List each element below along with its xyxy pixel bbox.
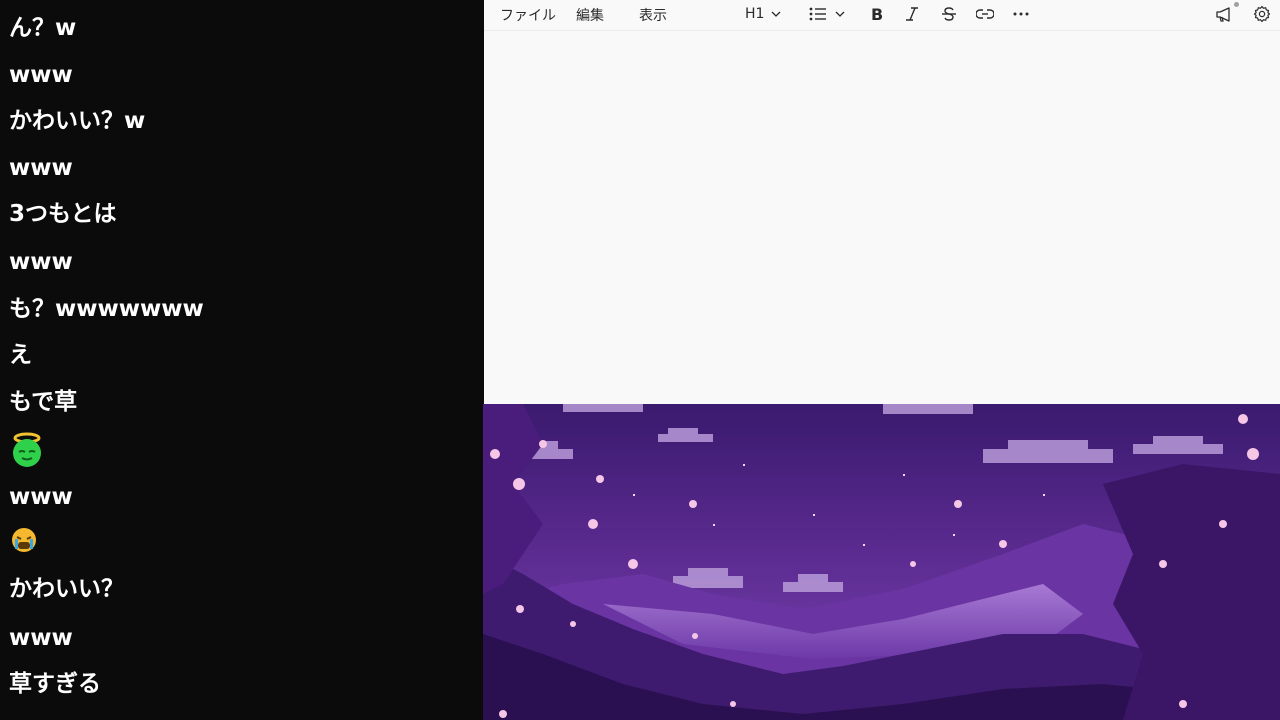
editor-text-area[interactable] [484, 31, 1280, 404]
desktop-wallpaper [483, 404, 1280, 720]
chat-message: かわいい？ [9, 576, 124, 602]
chat-message: www [9, 249, 73, 275]
pixel-art-cherry-blossom-wallpaper [483, 404, 1280, 720]
heading-label: H1 [745, 6, 765, 22]
notification-dot [1234, 2, 1239, 7]
svg-text:B: B [871, 6, 883, 22]
menu-edit[interactable]: 編集 [576, 5, 604, 25]
gear-icon [1253, 5, 1271, 23]
megaphone-icon [1215, 2, 1239, 23]
chat-message: も？wwwwwww [9, 296, 204, 322]
bold-button[interactable]: B [870, 3, 884, 25]
more-button[interactable] [1013, 3, 1029, 25]
list-dropdown[interactable] [809, 3, 845, 25]
link-button[interactable] [976, 3, 994, 25]
crying-face-emoji [9, 525, 39, 568]
menu-view[interactable]: 表示 [639, 5, 667, 25]
chat-message: 3つもとは [9, 201, 117, 227]
chat-message: www [9, 625, 73, 651]
bold-icon: B [870, 6, 884, 22]
italic-icon [905, 6, 919, 22]
strikethrough-button[interactable] [941, 3, 957, 25]
menu-file[interactable]: ファイル [500, 5, 556, 25]
strikethrough-icon [941, 6, 957, 22]
chat-message: え [9, 342, 32, 368]
chat-message: www [9, 62, 73, 88]
bulleted-list-icon [809, 7, 827, 21]
chevron-down-icon [771, 9, 781, 19]
more-icon [1013, 12, 1029, 16]
chat-message: www [9, 155, 73, 181]
italic-button[interactable] [905, 3, 919, 25]
chevron-down-icon [835, 9, 845, 19]
notes-editor-window: ファイル 編集 表示 H1 B [484, 0, 1280, 404]
settings-button[interactable] [1253, 3, 1271, 25]
chat-message: www [9, 484, 73, 510]
chat-panel: ん？w www かわいい？w www 3つもとは www も？wwwwwww え… [0, 0, 483, 720]
innocent-face-emoji [9, 431, 45, 482]
chat-message-emoji [9, 525, 39, 565]
chat-message: もで草 [9, 389, 78, 415]
editor-toolbar: ファイル 編集 表示 H1 B [484, 0, 1280, 31]
chat-message: かわいい？w [9, 108, 146, 134]
chat-message-emoji [9, 431, 45, 471]
announcements-button[interactable] [1215, 2, 1239, 25]
heading-dropdown[interactable]: H1 [745, 3, 781, 25]
chat-message: ん？w [9, 15, 77, 41]
chat-message: 草すぎる [9, 671, 101, 697]
link-icon [976, 8, 994, 20]
